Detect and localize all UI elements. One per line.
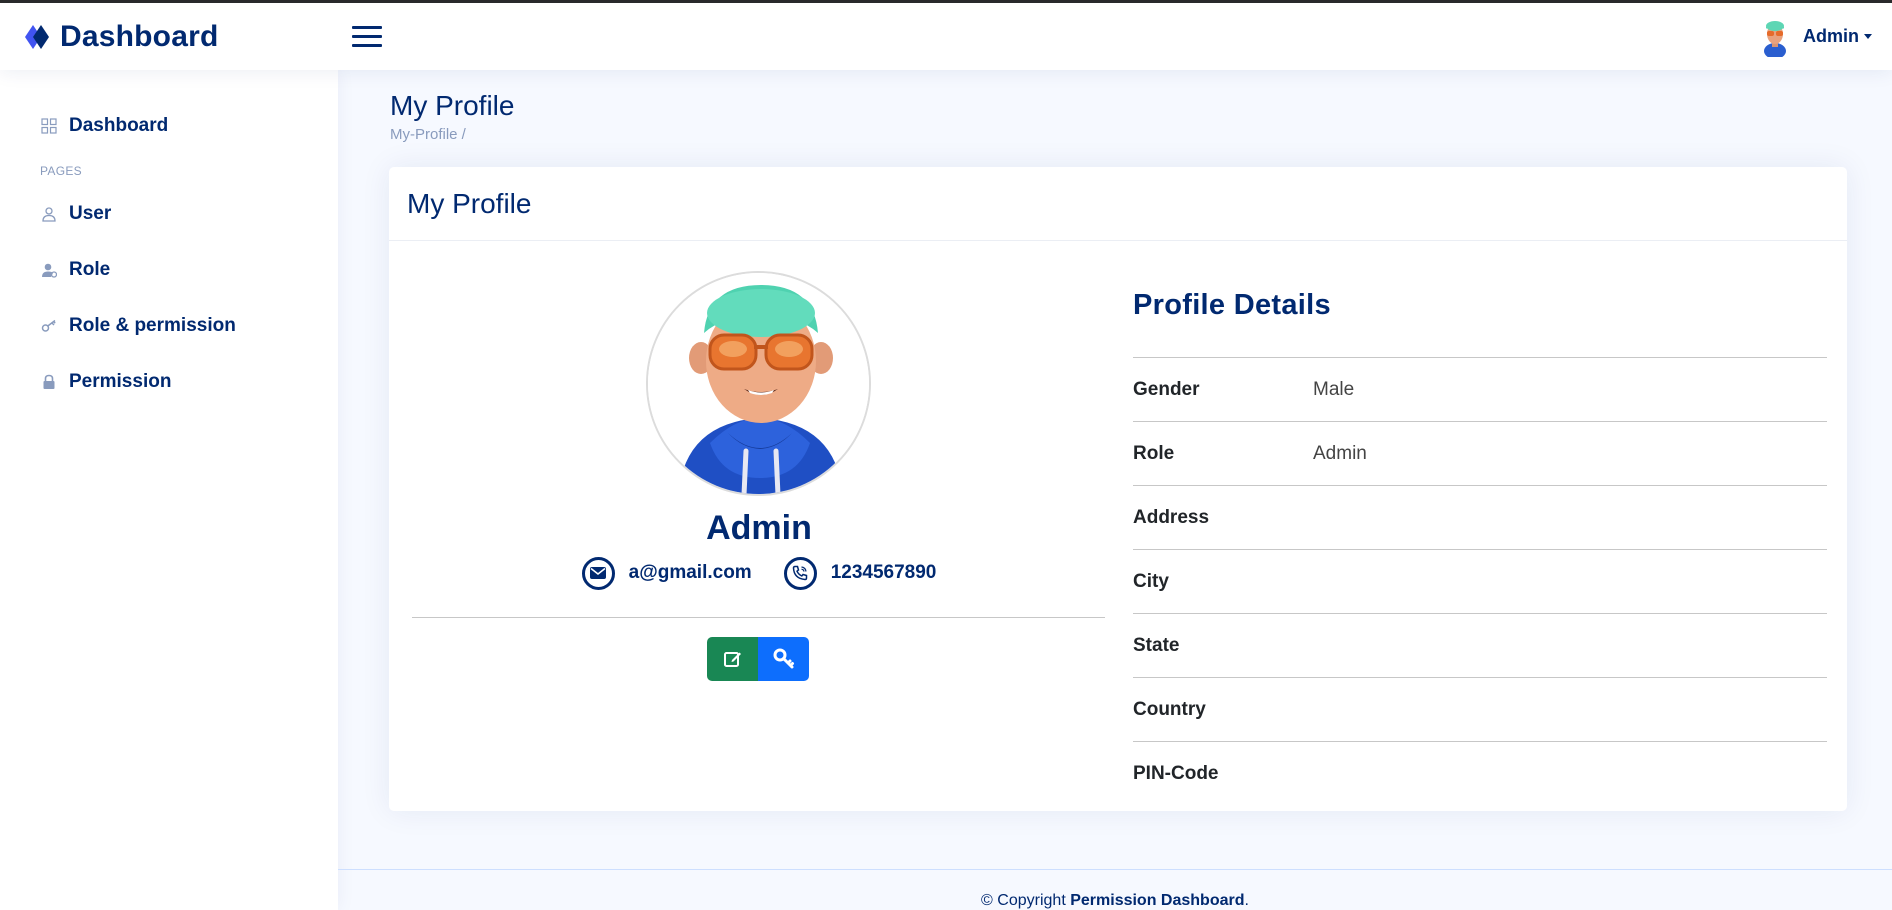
sidebar-item-label: Dashboard (69, 115, 169, 136)
page-title: My Profile (390, 90, 515, 121)
details-list: Gender Male Role Admin Address City Stat… (1133, 357, 1827, 806)
edit-profile-button[interactable] (707, 637, 758, 681)
logo-icon (25, 24, 49, 49)
detail-value: Admin (1313, 442, 1367, 464)
hamburger-menu-icon[interactable] (352, 25, 382, 49)
envelope-icon (581, 556, 615, 590)
change-password-button[interactable] (758, 637, 809, 681)
app-title: Dashboard (60, 19, 219, 53)
avatar (1764, 20, 1786, 57)
logo[interactable]: Dashboard (22, 3, 219, 70)
detail-row-pin-code: PIN-Code (1133, 742, 1827, 806)
detail-label: Address (1133, 506, 1210, 528)
detail-row-role: Role Admin (1133, 422, 1827, 486)
avatar-illustration (648, 273, 869, 494)
page-title-block: My Profile My-Profile / (390, 90, 514, 143)
lock-icon (40, 373, 58, 391)
details-title: Profile Details (1133, 289, 1331, 321)
detail-row-country: Country (1133, 678, 1827, 742)
breadcrumb[interactable]: My-Profile / (390, 126, 514, 143)
user-menu[interactable]: Admin (1757, 3, 1872, 70)
contact-info: a@gmail.com 1234567890 (389, 553, 1129, 593)
sidebar-item-role[interactable]: Role (0, 242, 338, 298)
sidebar: Dashboard PAGES User Role Role & permiss… (0, 70, 338, 910)
email-contact: a@gmail.com (581, 556, 752, 590)
sidebar-item-label: Permission (69, 371, 172, 392)
sidebar-item-label: Role & permission (69, 315, 236, 336)
card-title: My Profile (407, 187, 532, 219)
detail-label: Role (1133, 442, 1175, 464)
detail-value: Male (1313, 378, 1355, 400)
sidebar-section-heading: PAGES (40, 164, 82, 178)
card-header: My Profile (389, 167, 1847, 241)
user-name: Admin (1803, 26, 1859, 46)
phone-text: 1234567890 (830, 562, 937, 583)
email-text: a@gmail.com (628, 562, 752, 583)
copyright-suffix: . (1244, 892, 1249, 909)
detail-label: Gender (1133, 378, 1200, 400)
main-content: My Profile My-Profile / My Profile Admin… (338, 70, 1892, 910)
detail-row-city: City (1133, 550, 1827, 614)
footer: © Copyright Permission Dashboard. (338, 869, 1892, 910)
copyright-brand: Permission Dashboard (1070, 892, 1245, 909)
detail-row-gender: Gender Male (1133, 358, 1827, 422)
pencil-square-icon (723, 652, 741, 667)
grid-icon (40, 117, 58, 135)
top-header: Dashboard Admin (0, 3, 1892, 70)
person-badge-icon (40, 261, 58, 279)
profile-card: My Profile Admin a@gmail.com 1234567890 … (389, 167, 1847, 811)
detail-row-address: Address (1133, 486, 1827, 550)
phone-icon (783, 556, 817, 590)
phone-contact: 1234567890 (783, 556, 937, 590)
profile-avatar (646, 271, 871, 496)
detail-label: City (1133, 570, 1169, 592)
detail-label: PIN-Code (1133, 763, 1219, 784)
detail-label: State (1133, 634, 1180, 656)
detail-row-state: State (1133, 614, 1827, 678)
chevron-down-icon (1864, 34, 1872, 39)
profile-name: Admin (706, 509, 812, 547)
person-icon (40, 205, 58, 223)
sidebar-item-role-permission[interactable]: Role & permission (0, 298, 338, 354)
sidebar-item-dashboard[interactable]: Dashboard (0, 98, 338, 154)
key-icon (773, 648, 794, 669)
sidebar-item-user[interactable]: User (0, 186, 338, 242)
sidebar-item-permission[interactable]: Permission (0, 354, 338, 410)
profile-action-buttons (707, 637, 809, 681)
profile-summary: Admin a@gmail.com 1234567890 (389, 241, 1129, 811)
key-icon (40, 317, 58, 335)
divider (412, 617, 1105, 618)
sidebar-item-label: Role (69, 259, 111, 280)
detail-label: Country (1133, 698, 1206, 720)
copyright-prefix: © Copyright (981, 892, 1066, 909)
sidebar-item-label: User (69, 203, 112, 224)
